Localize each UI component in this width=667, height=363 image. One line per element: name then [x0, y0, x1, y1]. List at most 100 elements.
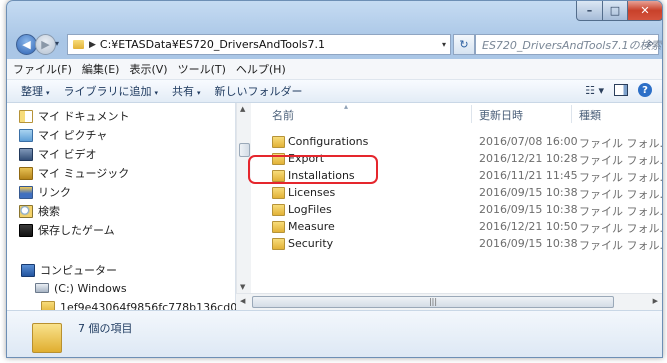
sidebar-item-links[interactable]: リンク	[19, 183, 71, 201]
sidebar-item-searches[interactable]: 検索	[19, 202, 60, 220]
file-date: 2016/07/08 16:00	[479, 135, 578, 148]
sidebar-item-label: (C:) Windows	[54, 281, 127, 295]
file-name: LogFiles	[288, 203, 332, 216]
column-divider[interactable]	[571, 105, 572, 123]
folder-icon	[272, 187, 285, 199]
scroll-left-icon[interactable]: ◀	[240, 297, 245, 305]
share-button[interactable]: 共有 ▾	[172, 83, 201, 99]
file-row-measure[interactable]: Measure 2016/12/21 10:50 ファイル フォル...	[251, 218, 662, 235]
address-bar[interactable]: ▶ C:¥ETASData¥ES720_DriversAndTools7.1 ▾	[67, 34, 451, 55]
column-header-date[interactable]: 更新日時	[479, 107, 523, 123]
organize-button[interactable]: 整理 ▾	[21, 83, 50, 99]
forward-button[interactable]: ▶	[35, 34, 56, 55]
sidebar-item-saved-games[interactable]: 保存したゲーム	[19, 221, 115, 239]
file-type: ファイル フォル...	[579, 188, 663, 201]
file-name: Configurations	[288, 135, 369, 148]
menu-view[interactable]: 表示(V)	[123, 61, 171, 77]
back-button[interactable]: ◀	[16, 34, 37, 55]
sidebar-item-label: 保存したゲーム	[38, 224, 115, 237]
folder-icon	[272, 238, 285, 250]
folder-icon	[272, 204, 285, 216]
column-header-type[interactable]: 種類	[579, 107, 601, 123]
file-list: 名前 ▴ 更新日時 種類 Configurations 2016/07/08 16…	[251, 102, 663, 293]
music-icon	[19, 166, 33, 180]
address-dropdown-button[interactable]: ▾	[442, 40, 446, 49]
links-icon	[19, 185, 33, 199]
scroll-right-icon[interactable]: ▶	[653, 297, 658, 305]
sidebar-item-label: コンピューター	[40, 264, 117, 277]
file-row-licenses[interactable]: Licenses 2016/09/15 10:38 ファイル フォル...	[251, 184, 662, 201]
sidebar-item-drive-c[interactable]: (C:) Windows	[35, 279, 127, 297]
folder-icon	[272, 136, 285, 148]
file-row-logfiles[interactable]: LogFiles 2016/09/15 10:38 ファイル フォル...	[251, 201, 662, 218]
file-type: ファイル フォル...	[579, 137, 663, 150]
column-header-name[interactable]: 名前	[272, 107, 294, 123]
scroll-up-icon[interactable]: ▲	[240, 105, 245, 113]
address-path[interactable]: C:¥ETASData¥ES720_DriversAndTools7.1	[100, 38, 325, 51]
menu-edit[interactable]: 編集(E)	[76, 61, 124, 77]
pictures-icon	[19, 128, 33, 142]
refresh-button[interactable]: ↻	[453, 34, 475, 55]
sidebar-item-videos[interactable]: マイ ビデオ	[19, 145, 97, 163]
file-name: Measure	[288, 220, 335, 233]
file-name: Security	[288, 237, 334, 250]
navigation-scrollbar[interactable]: ▲ ▼	[236, 103, 251, 293]
search-icon[interactable]: ⌕	[647, 36, 654, 51]
scrollbar-thumb[interactable]	[239, 143, 250, 157]
search-box[interactable]: ES720_DriversAndTools7.1の検索 ⌕	[475, 34, 662, 55]
drive-icon	[35, 283, 49, 293]
sort-ascending-icon: ▴	[344, 102, 349, 111]
sidebar-item-music[interactable]: マイ ミュージック	[19, 164, 129, 182]
file-name: Licenses	[288, 186, 336, 199]
column-divider[interactable]	[471, 105, 472, 123]
saved-games-icon	[19, 223, 33, 237]
grip-icon: |||	[428, 297, 438, 306]
add-to-library-button[interactable]: ライブラリに追加 ▾	[64, 83, 159, 99]
help-icon[interactable]: ?	[638, 83, 652, 97]
view-options-icon[interactable]: ☷ ▾	[585, 84, 604, 97]
file-type: ファイル フォル...	[579, 222, 663, 235]
sidebar-item-documents[interactable]: マイ ドキュメント	[19, 107, 130, 125]
file-row-security[interactable]: Security 2016/09/15 10:38 ファイル フォル...	[251, 235, 662, 252]
chevron-down-icon: ▾	[154, 89, 159, 97]
search-input[interactable]: ES720_DriversAndTools7.1の検索	[482, 37, 662, 53]
file-date: 2016/12/21 10:28	[479, 152, 578, 165]
new-folder-button[interactable]: 新しいフォルダー	[215, 83, 303, 99]
menu-file[interactable]: ファイル(F)	[7, 61, 76, 77]
preview-pane-icon[interactable]	[614, 84, 628, 96]
annotation-highlight	[248, 155, 378, 184]
videos-icon	[19, 147, 33, 161]
folder-icon	[32, 323, 62, 353]
share-label: 共有	[172, 85, 195, 98]
close-button[interactable]: ✕	[627, 1, 662, 21]
documents-icon	[19, 109, 33, 123]
add-to-library-label: ライブラリに追加	[63, 85, 152, 98]
scrollbar-thumb[interactable]: |||	[252, 296, 614, 308]
folder-icon	[73, 40, 84, 49]
recent-pages-dropdown[interactable]: ▾	[55, 39, 59, 48]
menu-help[interactable]: ヘルプ(H)	[230, 61, 290, 77]
sidebar-item-label: マイ ドキュメント	[38, 110, 130, 123]
file-date: 2016/11/21 11:45	[479, 169, 578, 182]
toolbar-right: ☷ ▾ ?	[585, 83, 652, 97]
navigation-pane: マイ ドキュメント マイ ピクチャ マイ ビデオ マイ ミュージック リンク 検…	[7, 103, 258, 314]
breadcrumb-separator[interactable]: ▶	[89, 40, 96, 50]
maximize-button[interactable]: □	[602, 1, 628, 21]
file-type: ファイル フォル...	[579, 154, 663, 167]
menu-bar: ファイル(F) 編集(E) 表示(V) ツール(T) ヘルプ(H)	[7, 59, 662, 80]
sidebar-item-label: マイ ピクチャ	[38, 129, 108, 142]
searches-icon	[19, 204, 33, 218]
file-type: ファイル フォル...	[579, 239, 663, 252]
sidebar-item-label: マイ ミュージック	[38, 167, 130, 180]
computer-icon	[21, 263, 35, 277]
sidebar-item-computer[interactable]: コンピューター	[21, 261, 117, 279]
file-row-configurations[interactable]: Configurations 2016/07/08 16:00 ファイル フォル..…	[251, 133, 662, 150]
sidebar-item-label: 検索	[38, 205, 60, 218]
minimize-button[interactable]: –	[576, 1, 603, 21]
scroll-down-icon[interactable]: ▼	[240, 283, 245, 291]
file-date: 2016/12/21 10:50	[479, 220, 578, 233]
sidebar-item-pictures[interactable]: マイ ピクチャ	[19, 126, 107, 144]
menu-tools[interactable]: ツール(T)	[172, 61, 230, 77]
horizontal-scrollbar[interactable]: ◀ ||| ▶	[236, 293, 662, 310]
chevron-down-icon: ▾	[197, 89, 201, 97]
